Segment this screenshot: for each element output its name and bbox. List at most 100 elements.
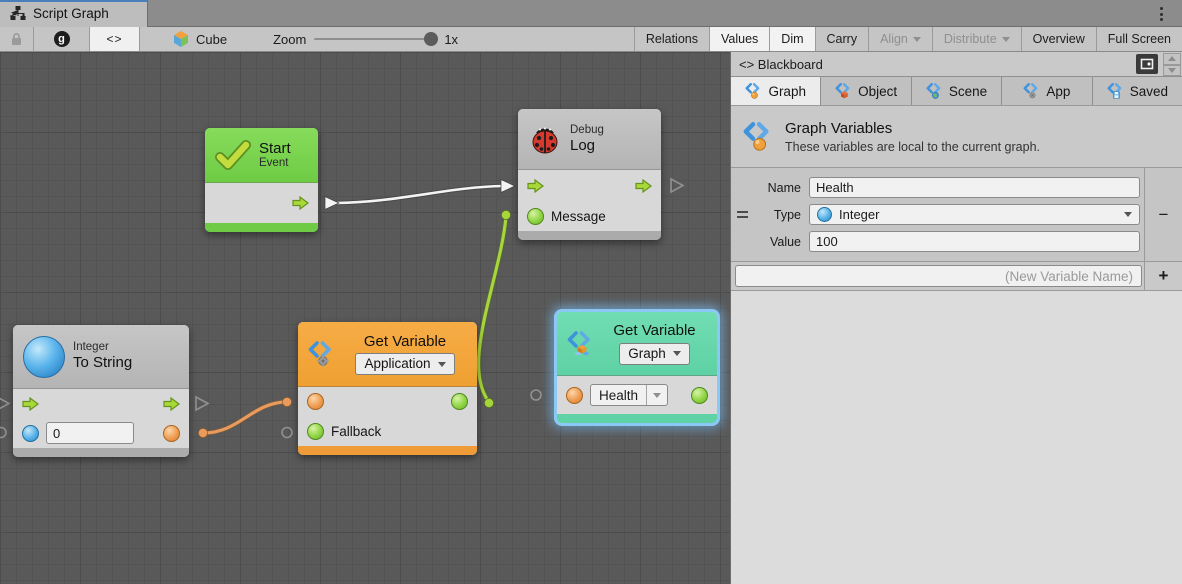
ladybug-icon (528, 122, 562, 156)
section-description: These variables are local to the current… (785, 140, 1040, 154)
variable-scope-dropdown[interactable]: Application (355, 353, 454, 375)
code-view-toggle[interactable]: <> (90, 27, 140, 51)
node-title: To String (73, 354, 132, 371)
carry-button[interactable]: Carry (815, 27, 869, 51)
saved-variables-tab-icon (1107, 83, 1124, 99)
node-get-variable-application[interactable]: Get Variable Application Fallback (298, 322, 477, 455)
tab-saved[interactable]: Saved (1093, 77, 1182, 105)
zoom-slider[interactable] (314, 38, 436, 40)
variable-value-output-port[interactable] (691, 387, 708, 404)
variable-name-input[interactable] (809, 177, 1140, 198)
blackboard-header: <> Blackboard (731, 52, 1182, 77)
toolbar-buttons: Relations Values Dim Carry Align Distrib… (634, 27, 1182, 51)
variable-row-health: Name Type Integer Value − (731, 168, 1182, 262)
app-variables-tab-icon (1023, 83, 1040, 99)
script-graph-icon (10, 6, 26, 21)
integer-type-icon (817, 207, 832, 222)
string-output-port[interactable] (163, 425, 180, 442)
node-surtitle: Debug (570, 124, 604, 137)
check-icon (215, 140, 251, 170)
graph-inspector-button[interactable]: g (34, 27, 90, 51)
integer-value-input[interactable] (46, 422, 134, 444)
lock-button[interactable] (0, 27, 34, 51)
graph-variables-icon (743, 122, 773, 151)
graph-target: Cube (172, 27, 227, 51)
node-integer-to-string[interactable]: Integer To String (13, 325, 189, 457)
kebab-menu-icon[interactable] (1154, 4, 1168, 24)
graph-toolbar: g <> Cube Zoom 1x Relations Values Dim C… (0, 27, 1182, 52)
variable-scope-dropdown[interactable]: Graph (619, 343, 690, 365)
dock-icon (1140, 58, 1154, 70)
flow-input-port[interactable] (22, 397, 39, 411)
tab-scene[interactable]: Scene (912, 77, 1002, 105)
node-surtitle: Integer (73, 341, 109, 354)
flow-output-port[interactable] (635, 179, 652, 193)
variable-value-output-port[interactable] (451, 393, 468, 410)
full-screen-button[interactable]: Full Screen (1096, 27, 1182, 51)
integer-sphere-icon (23, 336, 65, 378)
add-variable-button[interactable]: + (1144, 262, 1182, 290)
type-label: Type (753, 208, 801, 222)
window-tab-script-graph[interactable]: Script Graph (0, 0, 148, 27)
chevron-down-icon (1002, 37, 1010, 42)
zoom-control: Zoom 1x (273, 27, 458, 51)
flow-output-port[interactable] (292, 196, 309, 210)
dim-button[interactable]: Dim (769, 27, 814, 51)
scroll-down-button[interactable] (1163, 65, 1181, 77)
value-label: Value (753, 235, 801, 249)
node-get-variable-graph[interactable]: Get Variable Graph Health (557, 312, 717, 423)
blackboard-panel: <> Blackboard Graph Object Scene App Sav… (730, 52, 1182, 584)
cube-icon (172, 30, 190, 48)
variable-type-dropdown[interactable]: Integer (809, 204, 1140, 225)
node-start-event[interactable]: Start Event (205, 128, 318, 232)
new-variable-input[interactable] (735, 265, 1142, 287)
chevron-down-icon (913, 37, 921, 42)
align-button[interactable]: Align (868, 27, 932, 51)
flow-wire-start-to-log (325, 180, 515, 210)
relations-button[interactable]: Relations (634, 27, 709, 51)
flow-input-port[interactable] (527, 179, 544, 193)
variable-name-input-port[interactable] (566, 387, 583, 404)
get-variable-icon (567, 331, 594, 357)
graph-canvas[interactable]: Start Event Debug Log (0, 52, 730, 584)
message-input-port[interactable] (527, 208, 544, 225)
panel-scroll-buttons (1163, 53, 1181, 76)
scroll-up-button[interactable] (1163, 53, 1181, 65)
value-wire-tostring-to-getvar (198, 397, 291, 437)
flow-output-port[interactable] (163, 397, 180, 411)
target-label: Cube (196, 32, 227, 47)
values-button[interactable]: Values (709, 27, 769, 51)
fallback-input-port[interactable] (307, 423, 324, 440)
node-title: Log (570, 137, 595, 154)
port-label: Message (551, 209, 606, 224)
new-variable-row: + (731, 262, 1182, 291)
value-wire-getvar-to-message (479, 210, 511, 407)
overview-button[interactable]: Overview (1021, 27, 1096, 51)
integer-input-port[interactable] (22, 425, 39, 442)
tab-graph[interactable]: Graph (731, 77, 821, 105)
tab-app[interactable]: App (1002, 77, 1092, 105)
variable-scope-tabs: Graph Object Scene App Saved (731, 77, 1182, 106)
chevron-down-icon (673, 351, 681, 356)
drag-handle-icon[interactable] (731, 168, 753, 261)
name-label: Name (753, 181, 801, 195)
node-debug-log[interactable]: Debug Log Message (518, 109, 661, 240)
zoom-value: 1x (444, 32, 458, 47)
remove-variable-button[interactable]: − (1144, 168, 1182, 261)
scene-variables-tab-icon (926, 83, 943, 99)
get-variable-icon (308, 341, 335, 367)
graph-badge-icon: g (54, 31, 70, 47)
dock-button[interactable] (1136, 54, 1158, 74)
graph-variables-tab-icon (745, 83, 762, 99)
port-label: Fallback (331, 424, 381, 439)
window-tab-label: Script Graph (33, 6, 109, 21)
zoom-slider-knob[interactable] (424, 32, 438, 46)
chevron-down-icon (1124, 212, 1132, 217)
tab-object[interactable]: Object (821, 77, 911, 105)
variable-name-input-port[interactable] (307, 393, 324, 410)
variable-name-dropdown[interactable]: Health (590, 384, 668, 406)
zoom-label: Zoom (273, 32, 306, 47)
distribute-button[interactable]: Distribute (932, 27, 1021, 51)
scroll-up-icon (1168, 56, 1176, 61)
variable-value-input[interactable] (809, 231, 1140, 252)
